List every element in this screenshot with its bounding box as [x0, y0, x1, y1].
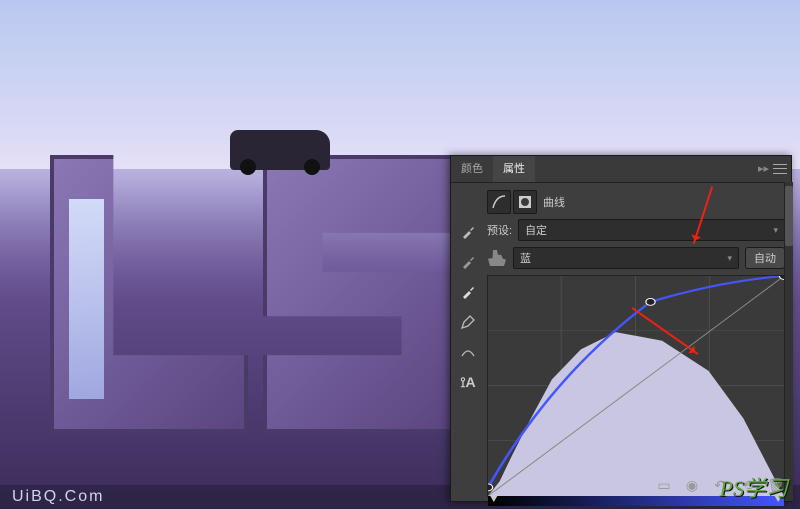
preset-row: 预设: 自定 ▾ [487, 219, 785, 241]
pencil-icon[interactable] [459, 313, 477, 331]
visibility-icon[interactable]: ◉ [683, 476, 701, 494]
eyedropper-black-icon[interactable] [459, 223, 477, 241]
tab-properties[interactable]: 属性 [493, 156, 535, 182]
preset-label: 预设: [487, 222, 512, 238]
clip-to-layer-icon[interactable]: ▭ [655, 476, 673, 494]
preset-select[interactable]: 自定 ▾ [518, 219, 785, 241]
curves-graph[interactable] [487, 275, 785, 497]
waterfall [69, 199, 104, 399]
preset-value: 自定 [525, 222, 547, 238]
channel-row: 蓝 ▾ 自动 [487, 247, 785, 269]
panel-menu-icon[interactable] [773, 164, 787, 174]
panel-scrollbar[interactable] [784, 182, 793, 501]
channel-value: 蓝 [520, 250, 531, 266]
channel-select[interactable]: 蓝 ▾ [513, 247, 739, 269]
letter-S [263, 155, 461, 433]
tab-color[interactable]: 颜色 [451, 156, 493, 182]
curves-side-tools: ⟟A [455, 223, 481, 391]
car [230, 130, 330, 170]
letter-L [50, 155, 248, 433]
adjustment-type-row: 曲线 [487, 191, 785, 213]
car-wheel [304, 159, 320, 175]
hand-tool-icon[interactable] [487, 250, 507, 266]
chevron-down-icon: ▾ [773, 225, 778, 236]
properties-panel: 颜色 属性 ▸▸ 曲线 预设: 自定 ▾ [450, 155, 792, 502]
smooth-icon[interactable] [459, 343, 477, 361]
scrollbar-thumb[interactable] [785, 186, 793, 246]
histogram-type-icon[interactable]: ⟟A [459, 373, 477, 391]
panel-body: 曲线 预设: 自定 ▾ 蓝 ▾ 自动 ⟟A [451, 183, 791, 502]
eyedropper-white-icon[interactable] [459, 283, 477, 301]
car-wheel [240, 159, 256, 175]
adjustment-type-label: 曲线 [543, 194, 565, 210]
panel-menu-area: ▸▸ [758, 162, 787, 175]
chevron-down-icon: ▾ [727, 253, 732, 264]
mask-icon[interactable] [513, 190, 537, 214]
panel-header: 颜色 属性 ▸▸ [451, 156, 791, 183]
auto-button[interactable]: 自动 [745, 247, 785, 269]
curves-adjustment-icon[interactable] [487, 190, 511, 214]
eyedropper-gray-icon[interactable] [459, 253, 477, 271]
watermark-corner: PS学习 [720, 471, 788, 503]
panel-collapse-icon[interactable]: ▸▸ [758, 162, 769, 175]
